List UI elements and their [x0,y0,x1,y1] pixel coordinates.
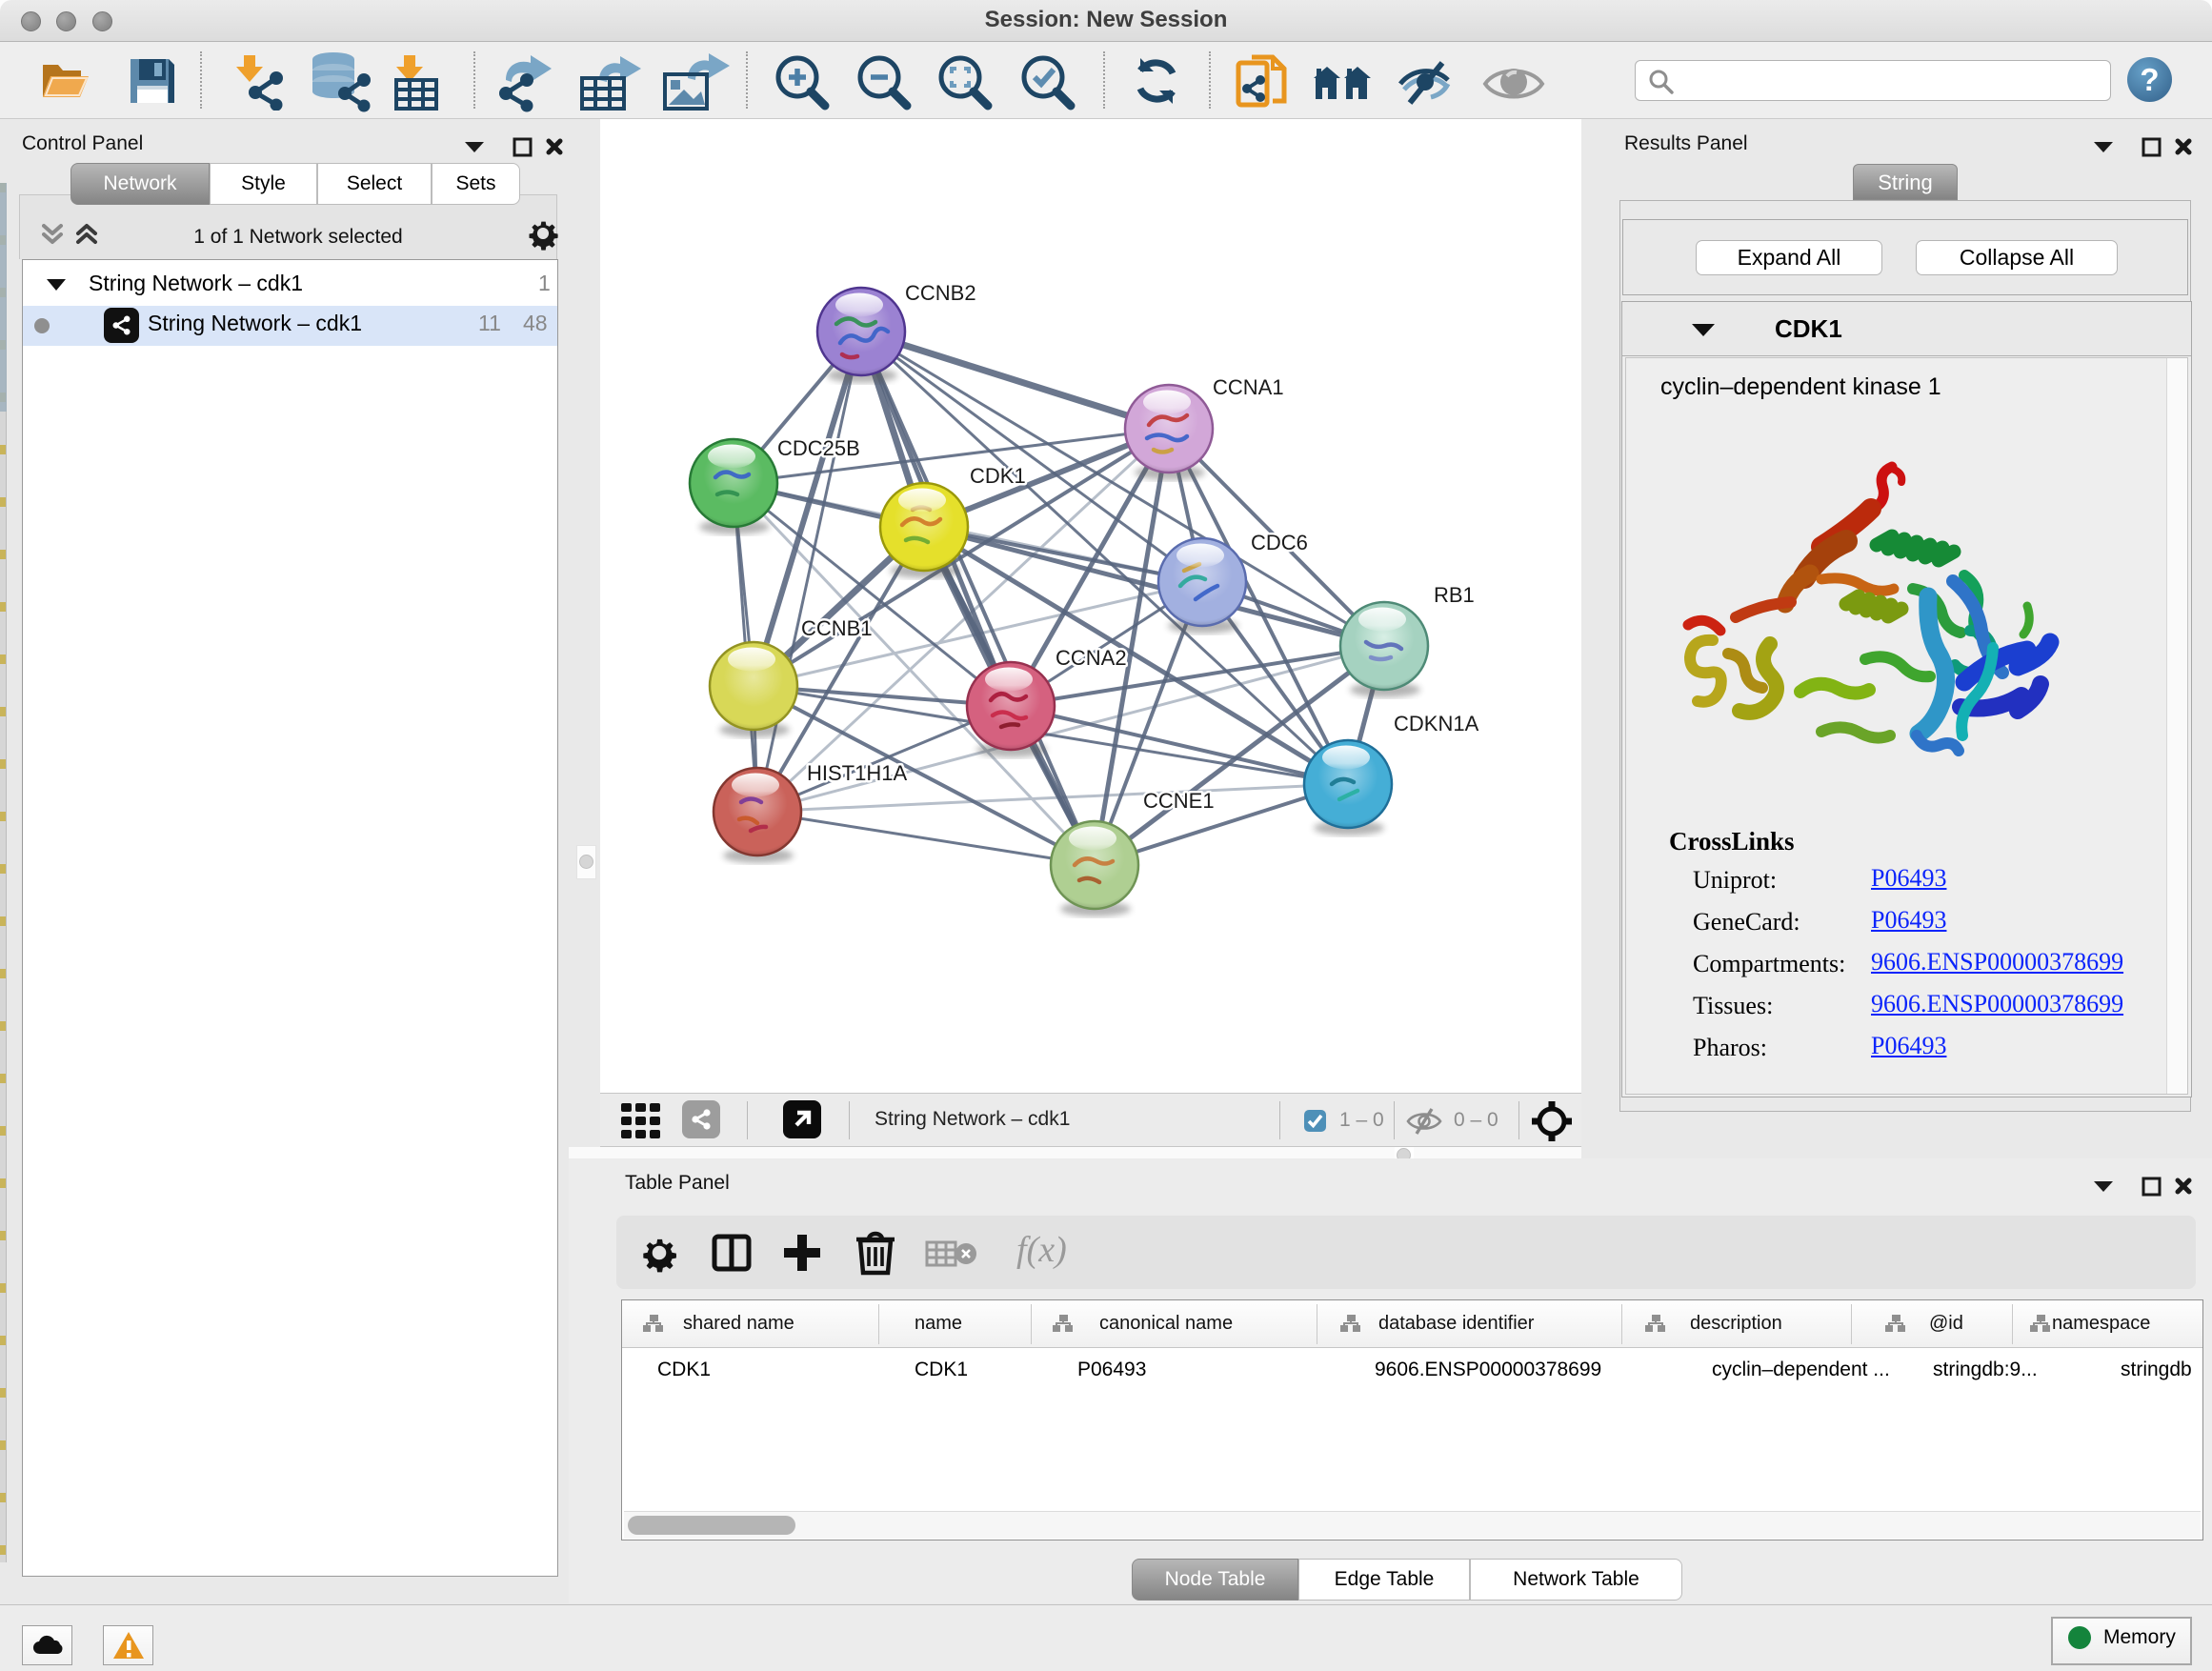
svg-text:CCNA2: CCNA2 [1056,646,1127,670]
svg-text:RB1: RB1 [1434,583,1475,607]
svg-text:CCNB1: CCNB1 [801,616,873,640]
svg-text:CDC25B: CDC25B [777,436,860,460]
svg-text:CCNA1: CCNA1 [1213,375,1284,399]
svg-text:HIST1H1A: HIST1H1A [807,761,907,785]
svg-text:CDC6: CDC6 [1251,531,1308,554]
svg-text:CCNE1: CCNE1 [1143,789,1215,813]
svg-text:CDK1: CDK1 [970,464,1026,488]
svg-text:CCNB2: CCNB2 [905,281,976,305]
svg-text:CDKN1A: CDKN1A [1394,712,1479,735]
